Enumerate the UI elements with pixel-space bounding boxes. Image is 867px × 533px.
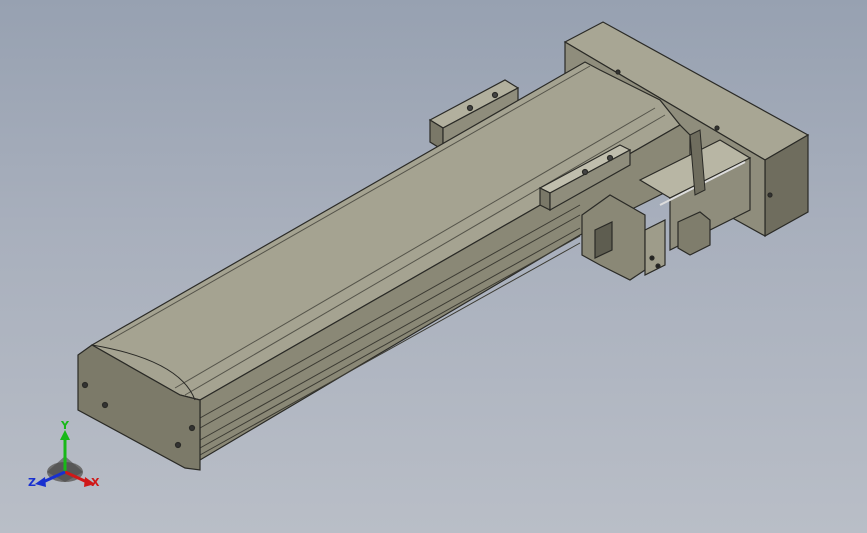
y-axis-label: Y bbox=[60, 420, 70, 432]
z-axis-label: Z bbox=[28, 476, 36, 489]
coordinate-triad: Y X Z bbox=[28, 420, 100, 489]
actuator-body[interactable] bbox=[77, 61, 691, 471]
z-axis-arrow-icon bbox=[35, 477, 46, 487]
x-axis-label: X bbox=[91, 476, 100, 489]
cad-viewport[interactable] bbox=[0, 0, 867, 533]
